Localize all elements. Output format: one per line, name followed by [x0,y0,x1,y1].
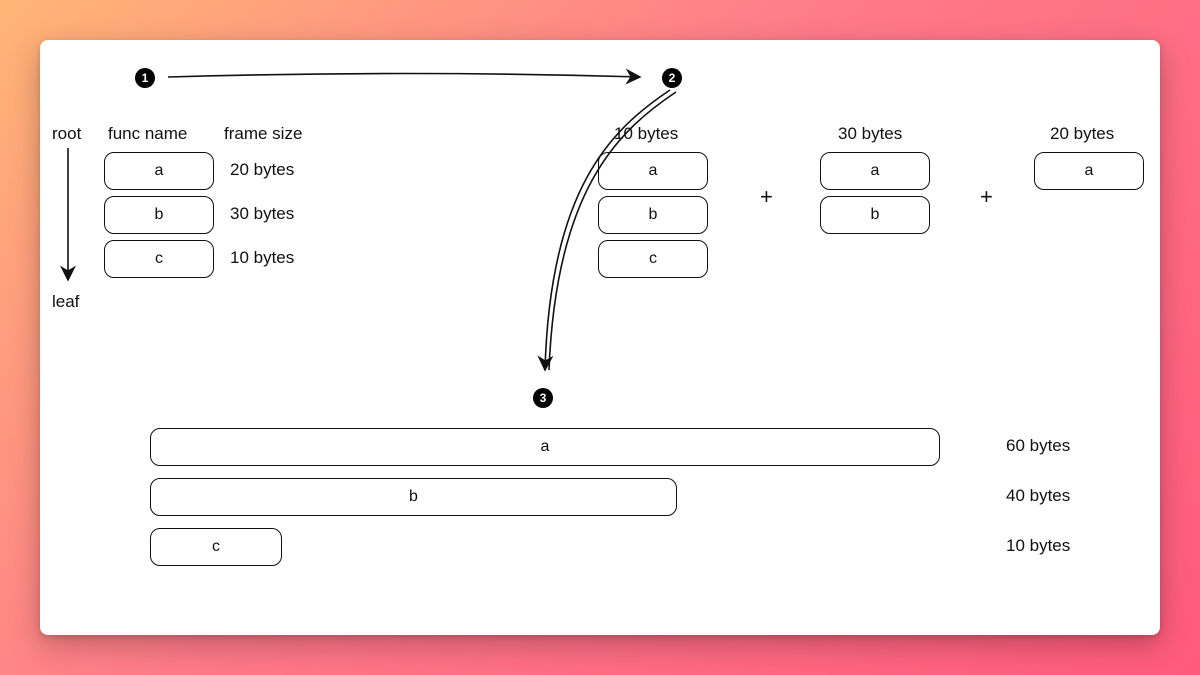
s1-frame-b: b [104,196,214,234]
s2-g2-frame-a: a [820,152,930,190]
s2-g3-size: 20 bytes [1050,124,1114,144]
s1-size-c: 10 bytes [230,248,294,268]
root-label: root [52,124,81,144]
s2-g1-frame-c: c [598,240,708,278]
col-frame-size: frame size [224,124,302,144]
s1-frame-a: a [104,152,214,190]
s3-size-a: 60 bytes [1006,436,1070,456]
col-func-name: func name [108,124,187,144]
plus-2: + [980,184,993,210]
s2-g1-frame-a: a [598,152,708,190]
s3-size-c: 10 bytes [1006,536,1070,556]
plus-1: + [760,184,773,210]
s2-g1-frame-b: b [598,196,708,234]
leaf-label: leaf [52,292,79,312]
diagram-panel: 1 2 3 root leaf func name frame size a 2… [40,40,1160,635]
s2-g2-size: 30 bytes [838,124,902,144]
s1-size-b: 30 bytes [230,204,294,224]
s1-frame-c: c [104,240,214,278]
s3-bar-a: a [150,428,940,466]
s2-g2-frame-b: b [820,196,930,234]
s2-g1-size: 10 bytes [614,124,678,144]
s2-g3-frame-a: a [1034,152,1144,190]
s3-bar-b: b [150,478,677,516]
s1-size-a: 20 bytes [230,160,294,180]
s3-size-b: 40 bytes [1006,486,1070,506]
s3-bar-c: c [150,528,282,566]
